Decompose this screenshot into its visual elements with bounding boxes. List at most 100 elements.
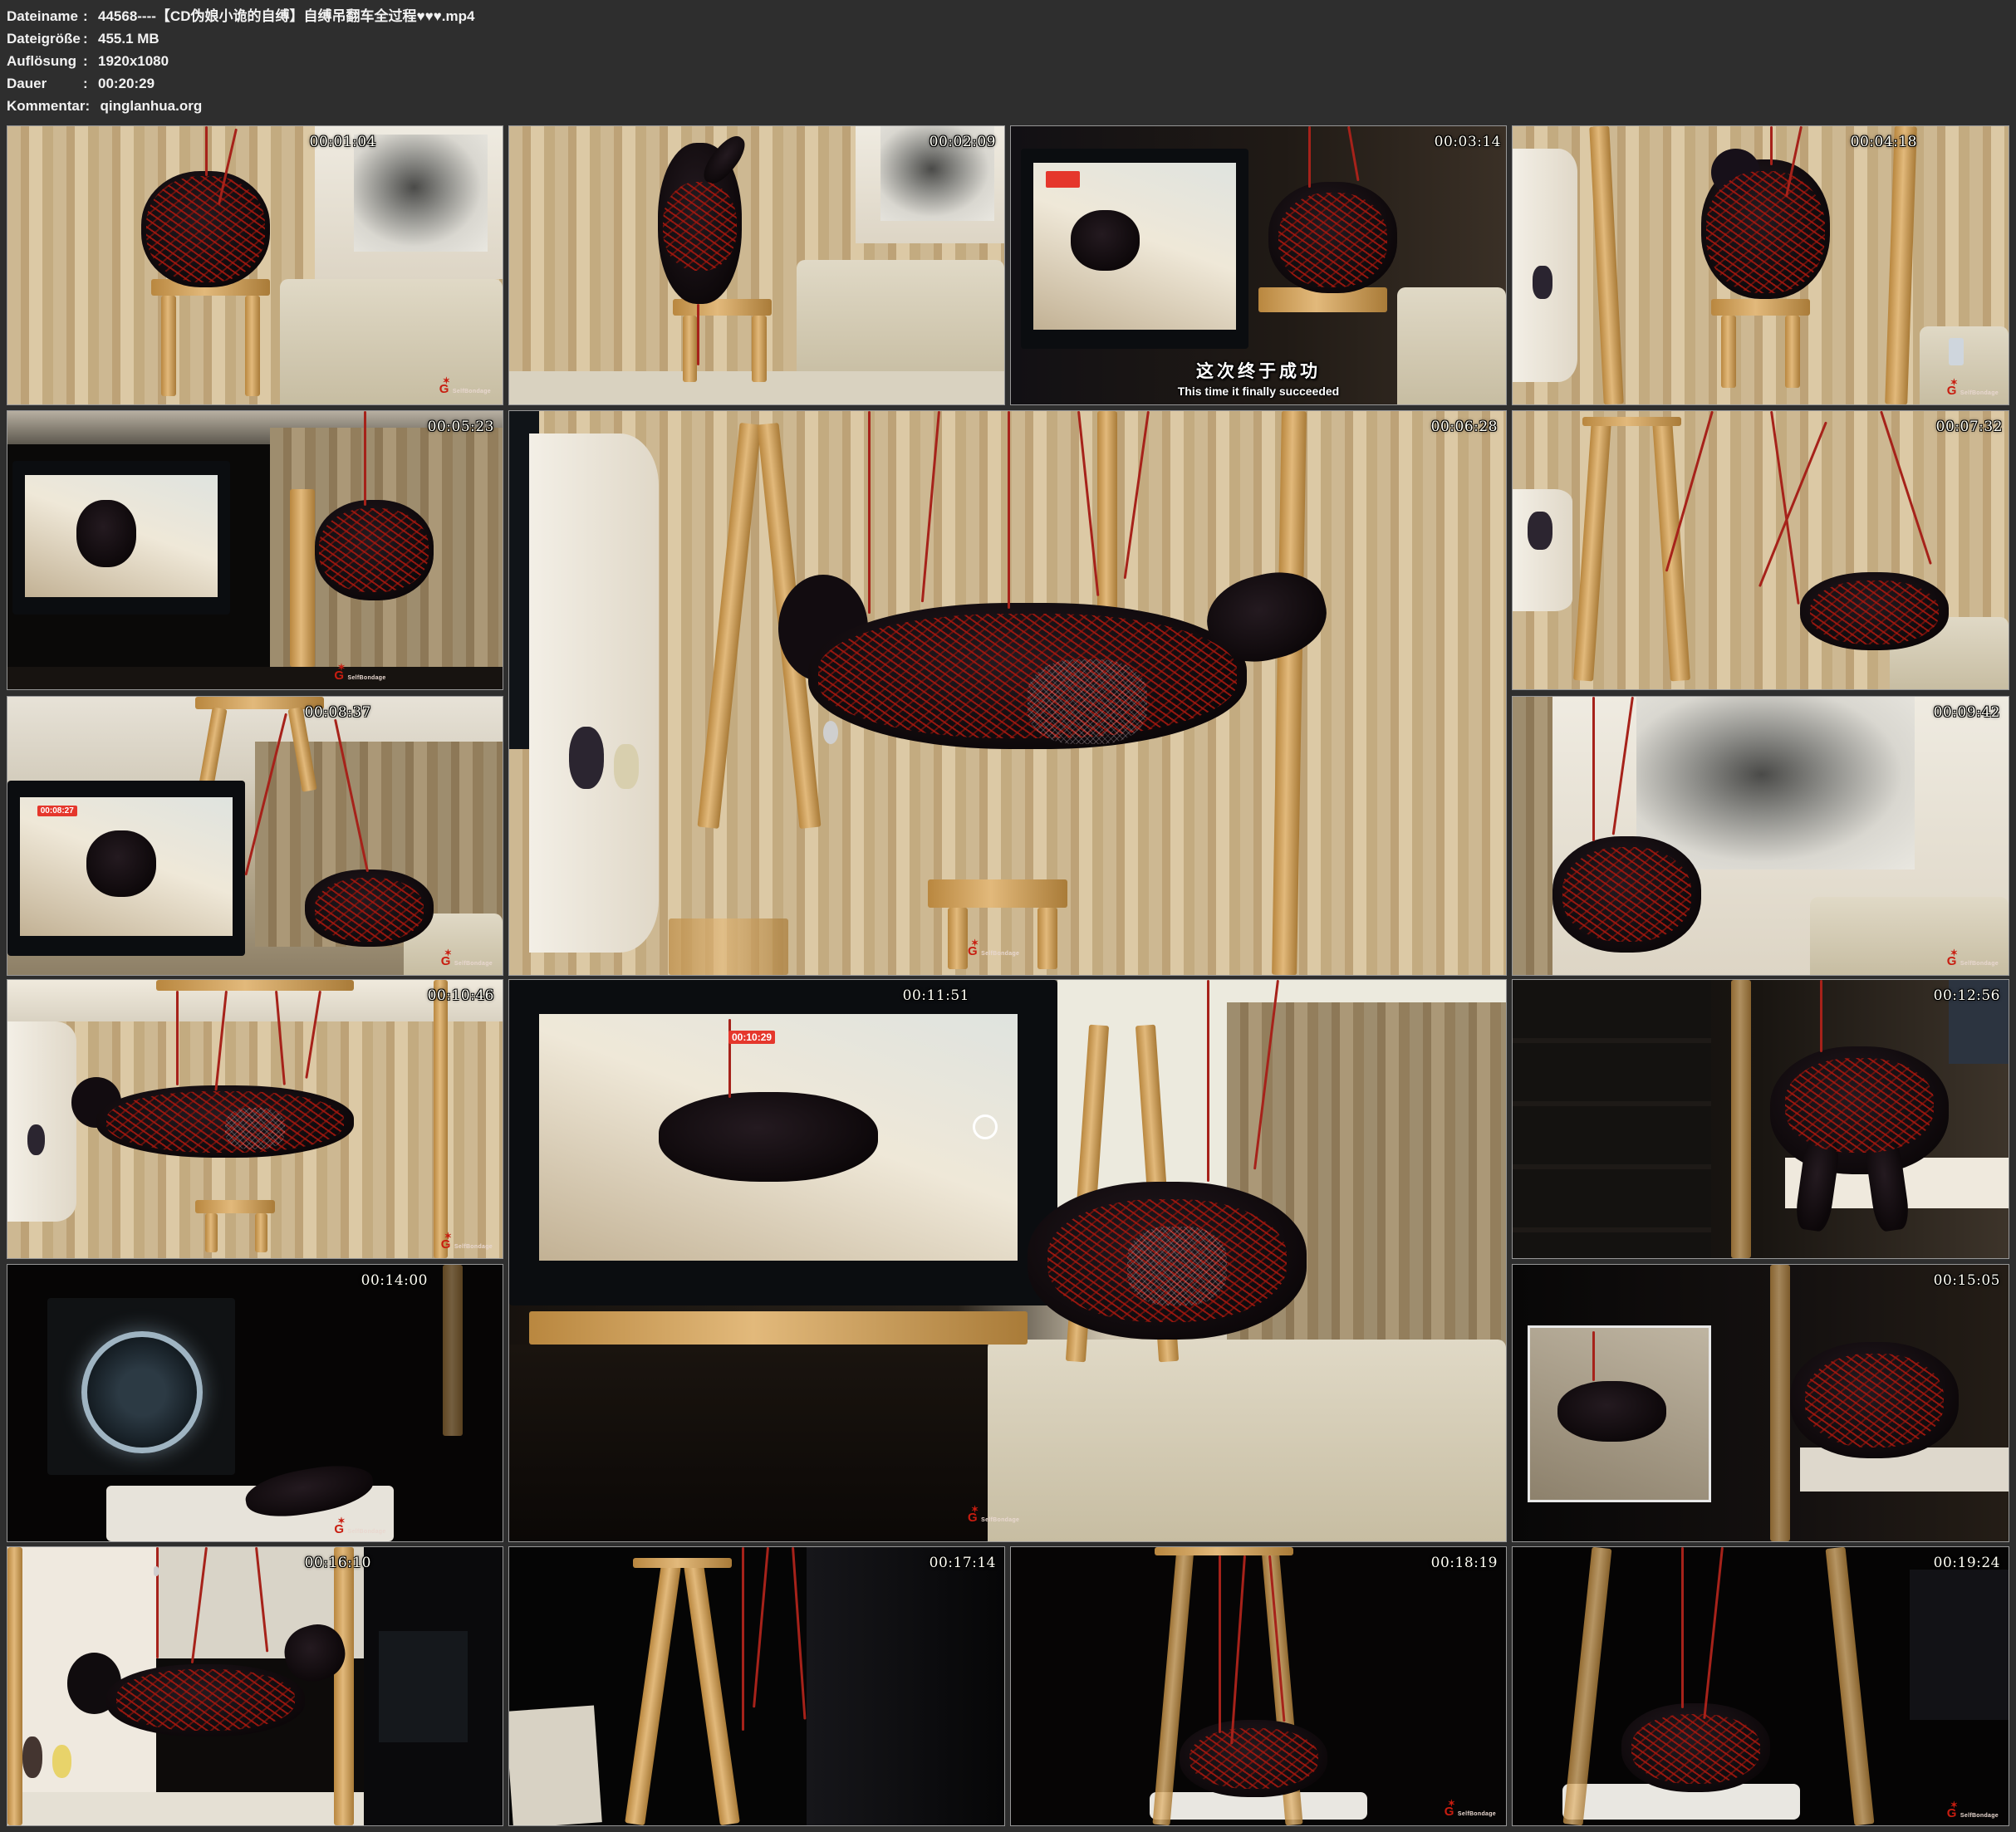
- rope-harness: [1631, 1714, 1760, 1784]
- stool-leg: [255, 1213, 267, 1252]
- tv-rec-badge: [1046, 171, 1081, 188]
- timestamp-overlay: 00:15:05: [1934, 1272, 2000, 1289]
- floor: [7, 667, 503, 689]
- stool-leg: [1721, 316, 1736, 388]
- rope: [1230, 1555, 1246, 1744]
- video-thumbnail: 00:10:46 G SelfBondage: [7, 979, 503, 1259]
- duration-row: Dauer:00:20:29: [7, 72, 474, 95]
- separator: :: [85, 95, 100, 117]
- wood-frame-pole: [1152, 1547, 1194, 1826]
- timestamp-overlay: 00:17:14: [930, 1555, 996, 1571]
- timestamp-overlay: 00:06:28: [1431, 419, 1498, 435]
- fishnet: [1127, 1227, 1227, 1305]
- wall-panel: [807, 1547, 1004, 1825]
- wood-frame-pole: [334, 1547, 354, 1825]
- rope-harness: [1785, 1058, 1934, 1153]
- selfbondage-watermark: G SelfBondage: [441, 1232, 493, 1252]
- rope: [1770, 126, 1773, 165]
- rope-harness: [319, 508, 428, 592]
- rope-harness: [315, 878, 424, 942]
- wood-frame-top: [156, 980, 354, 991]
- rope: [742, 1547, 744, 1731]
- wood-frame-pole: [199, 708, 228, 792]
- wood-stand: [290, 489, 315, 667]
- couch: [988, 1340, 1506, 1541]
- tv-shelf: [529, 1311, 1028, 1345]
- separator: :: [83, 72, 98, 95]
- wood-frame-pole: [443, 1265, 463, 1436]
- wood-frame-pole: [1826, 1547, 1875, 1826]
- video-thumbnail: 00:14:00 G SelfBondage: [7, 1264, 503, 1542]
- vase: [22, 1736, 42, 1778]
- video-thumbnail: 00:06:28 G SelfBondage: [508, 410, 1507, 976]
- file-size-value: 455.1 MB: [98, 31, 159, 47]
- timestamp-overlay: 00:14:00: [361, 1272, 428, 1289]
- wall-art: [1636, 697, 1914, 869]
- rope-harness: [1706, 171, 1825, 293]
- timestamp-overlay: 00:04:18: [1851, 134, 1917, 150]
- rope-harness: [1805, 1354, 1944, 1447]
- rope: [1770, 411, 1800, 605]
- rope: [1820, 980, 1822, 1052]
- vase: [27, 1124, 45, 1155]
- resolution-row: Auflösung:1920x1080: [7, 50, 474, 72]
- washer-door: [81, 1331, 202, 1453]
- selfbondage-watermark: G SelfBondage: [334, 664, 385, 683]
- stool-leg: [205, 1213, 218, 1252]
- rope: [1612, 697, 1634, 835]
- stool-leg: [161, 296, 176, 396]
- video-thumbnail: 00:10:29 00:11:51 G SelfBondage: [508, 979, 1507, 1542]
- rope-harness: [663, 182, 737, 271]
- rope: [1219, 1555, 1221, 1733]
- rope: [1124, 411, 1150, 579]
- timestamp-overlay: 00:09:42: [1934, 704, 2000, 721]
- tv-rec-badge: 00:08:27: [37, 806, 77, 816]
- floor: [7, 1792, 364, 1825]
- rope-harness: [1562, 847, 1691, 942]
- caption-chinese: 这次终于成功: [1011, 358, 1506, 383]
- selfbondage-watermark: G SelfBondage: [968, 939, 1019, 958]
- selfbondage-watermark: G SelfBondage: [968, 1506, 1019, 1525]
- stool-leg: [948, 908, 968, 970]
- wall-art: [354, 135, 488, 252]
- stool: [195, 1200, 274, 1214]
- wood-frame-top: [1155, 1547, 1293, 1555]
- file-name-row: Dateiname:44568----【CD伪娘小诡的自缚】自缚吊翻车全过程♥♥…: [7, 5, 474, 27]
- file-name-value: 44568----【CD伪娘小诡的自缚】自缚吊翻车全过程♥♥♥.mp4: [98, 8, 474, 24]
- rope: [921, 411, 940, 602]
- tv-figure: [1071, 210, 1140, 272]
- selfbondage-watermark: G SelfBondage: [1947, 1801, 1999, 1820]
- video-thumbnail: 00:12:56: [1512, 979, 2009, 1259]
- video-thumbnail: 00:07:32: [1512, 410, 2009, 690]
- rope: [205, 126, 208, 176]
- caption-english: This time it finally succeeded: [1011, 385, 1506, 398]
- wood-frame-pole: [1590, 126, 1624, 405]
- file-size-label: Dateigröße: [7, 27, 83, 50]
- rope: [156, 1547, 159, 1658]
- rope: [1008, 411, 1010, 609]
- shelf-wall: [529, 434, 659, 953]
- bottle: [614, 744, 639, 789]
- fishnet: [1028, 659, 1147, 744]
- wood-frame-pole: [1573, 419, 1611, 682]
- stool-leg: [245, 296, 260, 396]
- rope: [364, 411, 366, 506]
- rope: [1681, 1547, 1684, 1708]
- stool-leg: [752, 316, 767, 382]
- video-thumbnail: 00:01:04 G SelfBondage: [7, 125, 503, 405]
- rope-harness: [1189, 1728, 1318, 1790]
- stool-leg: [1785, 316, 1800, 388]
- separator: :: [83, 27, 98, 50]
- rope-harness: [146, 176, 265, 282]
- timestamp-overlay: 00:19:24: [1934, 1555, 2000, 1571]
- floor: [509, 1345, 988, 1541]
- bottle: [1949, 338, 1964, 366]
- washing-machine: [379, 1631, 468, 1742]
- timestamp-overlay: 00:12:56: [1934, 987, 2000, 1004]
- timestamp-overlay: 00:11:51: [903, 987, 969, 1004]
- video-thumbnail: 00:08:27 00:08:37 G SelfBondage: [7, 696, 503, 976]
- timestamp-overlay: 00:08:37: [305, 704, 371, 721]
- timestamp-overlay: 00:03:14: [1435, 134, 1501, 150]
- separator: :: [83, 5, 98, 27]
- wood-frame-pole: [625, 1564, 680, 1825]
